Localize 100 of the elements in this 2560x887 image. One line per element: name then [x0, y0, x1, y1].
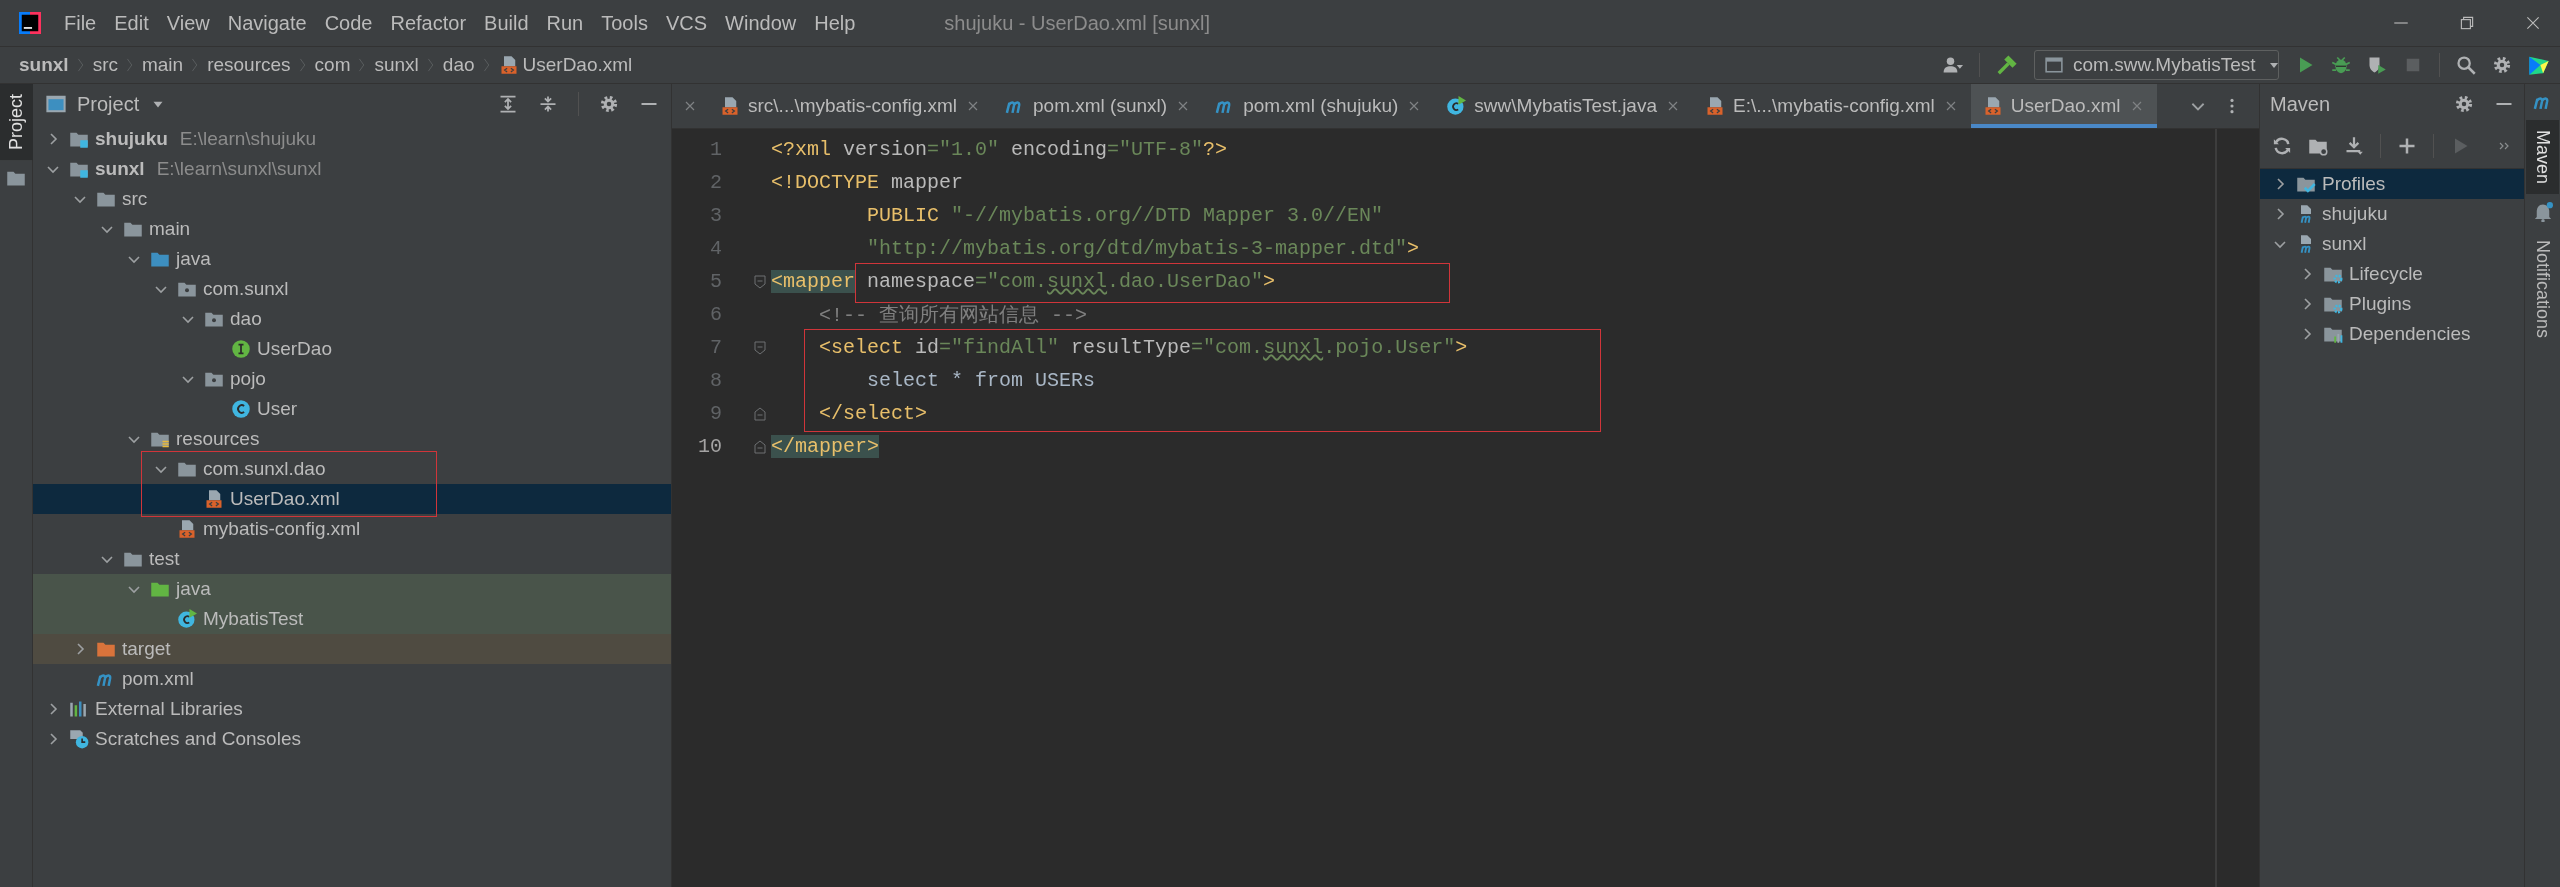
tree-item[interactable]: resources: [33, 424, 671, 454]
tree-item[interactable]: sunxl: [2260, 229, 2524, 259]
line-number: 8: [709, 369, 722, 392]
libraries-icon: [69, 699, 89, 719]
fold-marker-icon[interactable]: [752, 438, 768, 455]
tree-item[interactable]: main: [33, 214, 671, 244]
close-icon[interactable]: [2524, 14, 2542, 32]
breadcrumb-item[interactable]: dao: [437, 52, 480, 78]
code-line: "http://mybatis.org/dtd/mybatis-3-mapper.dtd">: [866, 237, 1420, 260]
breadcrumb-item[interactable]: UserDao.xml: [493, 52, 638, 78]
menu-item[interactable]: Build: [475, 7, 538, 39]
interface-icon: [231, 339, 251, 359]
refresh-icon[interactable]: [2272, 136, 2292, 156]
xml-file-icon: [204, 489, 224, 509]
settings-icon[interactable]: [2492, 55, 2512, 75]
fold-marker-icon[interactable]: [752, 339, 768, 356]
code-line: <?xml version="1.0" encoding="UTF-8"?>: [771, 138, 1228, 161]
hammer-icon[interactable]: [1996, 54, 2018, 76]
tree-item[interactable]: pojo: [33, 364, 671, 394]
editor-tab[interactable]: E:\...\mybatis-config.xml: [1693, 84, 1971, 128]
tree-item[interactable]: pom.xml: [33, 664, 671, 694]
run-configuration-dropdown[interactable]: com.sww.MybatisTest: [2034, 50, 2279, 80]
project-path: E:\learn\sunxl\sunxl: [156, 158, 322, 180]
breadcrumb-item[interactable]: sunxl: [14, 52, 74, 78]
collapse-all-icon[interactable]: [538, 94, 558, 114]
tree-item[interactable]: shujuku: [2260, 199, 2524, 229]
breadcrumb-item[interactable]: src: [87, 52, 123, 78]
tree-item[interactable]: User: [33, 394, 671, 424]
line-number: 10: [697, 435, 722, 458]
tree-item[interactable]: sunxl E:\learn\sunxl\sunxl: [33, 154, 671, 184]
menu-item[interactable]: Navigate: [218, 7, 316, 39]
settings-icon[interactable]: [2454, 94, 2474, 114]
menu-item[interactable]: Code: [315, 7, 382, 39]
breadcrumb-item[interactable]: resources: [202, 52, 296, 78]
class-icon: [231, 399, 251, 419]
tree-item[interactable]: shujuku E:\learn\shujuku: [33, 124, 671, 154]
tree-item[interactable]: src: [33, 184, 671, 214]
window-title: shujuku - UserDao.xml [sunxl]: [944, 11, 1210, 35]
search-icon[interactable]: [2456, 55, 2476, 75]
shield-run-icon[interactable]: [2367, 55, 2387, 75]
plus-icon[interactable]: [2397, 136, 2417, 156]
tree-item[interactable]: com.sunxl: [33, 274, 671, 304]
line-number: 2: [709, 171, 722, 194]
tree-item[interactable]: java: [33, 574, 671, 604]
download-icon[interactable]: [2344, 136, 2364, 156]
tree-item[interactable]: Plugins: [2260, 289, 2524, 319]
fold-marker-icon[interactable]: [752, 273, 768, 290]
tree-item[interactable]: dao: [33, 304, 671, 334]
editor-tab[interactable]: src\...\mybatis-config.xml: [708, 84, 994, 128]
tree-item[interactable]: mybatis-config.xml: [33, 514, 671, 544]
breadcrumb-item[interactable]: com: [309, 52, 356, 78]
line-number: 9: [709, 402, 722, 425]
menu-item[interactable]: View: [157, 7, 219, 39]
tool-window-tab[interactable]: Notifications: [2526, 230, 2559, 349]
tree-item[interactable]: UserDao.xml: [33, 484, 671, 514]
code-line: </select>: [818, 402, 928, 425]
editor-tab[interactable]: sww\MybatisTest.java: [1434, 84, 1693, 128]
settings-icon[interactable]: [599, 94, 619, 114]
line-number: 6: [709, 303, 722, 326]
editor-tab[interactable]: pom.xml (sunxl): [993, 84, 1204, 128]
user-icon[interactable]: [1943, 55, 1963, 75]
bug-icon[interactable]: [2331, 55, 2351, 75]
tree-item[interactable]: MybatisTest: [33, 604, 671, 634]
editor-tab[interactable]: UserDao.xml: [1970, 84, 2157, 128]
menu-item[interactable]: Edit: [105, 7, 158, 39]
code-line: PUBLIC "-//mybatis.org//DTD Mapper 3.0//EN": [866, 204, 1384, 227]
tree-item[interactable]: Scratches and Consoles: [33, 724, 671, 754]
tree-item[interactable]: target: [33, 634, 671, 664]
menu-item[interactable]: Refactor: [381, 7, 476, 39]
code-line: <!DOCTYPE mapper: [771, 171, 964, 194]
menu-item[interactable]: Window: [716, 7, 806, 39]
tree-item[interactable]: External Libraries: [33, 694, 671, 724]
tree-item[interactable]: test: [33, 544, 671, 574]
expand-all-icon[interactable]: [498, 94, 518, 114]
menu-item[interactable]: Tools: [592, 7, 657, 39]
app-logo-icon: [19, 12, 41, 34]
tree-item[interactable]: UserDao: [33, 334, 671, 364]
bell-icon: [2532, 202, 2553, 223]
tool-window-tab[interactable]: Project: [0, 84, 33, 161]
menu-item[interactable]: Run: [537, 7, 593, 39]
tool-window-tab[interactable]: Maven: [2526, 120, 2559, 195]
menu-item[interactable]: Help: [805, 7, 865, 39]
panel-title[interactable]: Project: [77, 92, 140, 116]
window-icon: [2045, 56, 2063, 74]
tree-item[interactable]: Profiles: [2260, 169, 2524, 199]
menu-item[interactable]: File: [55, 7, 106, 39]
toolbox-logo-icon[interactable]: [2528, 54, 2550, 76]
xml-file-icon: [1705, 96, 1725, 116]
tree-item[interactable]: java: [33, 244, 671, 274]
editor-tab[interactable]: pom.xml (shujuku): [1203, 84, 1435, 128]
breadcrumb-item[interactable]: main: [136, 52, 189, 78]
tree-item[interactable]: Lifecycle: [2260, 259, 2524, 289]
code-line: <!-- 查询所有网站信息 -->: [818, 303, 1088, 328]
restore-icon[interactable]: [2458, 14, 2476, 32]
fold-marker-icon[interactable]: [752, 405, 768, 422]
menu-item[interactable]: VCS: [656, 7, 717, 39]
breadcrumb-item[interactable]: sunxl: [369, 52, 424, 78]
tree-item[interactable]: com.sunxl.dao: [33, 454, 671, 484]
tree-item[interactable]: Dependencies: [2260, 319, 2524, 349]
test-class-icon: [177, 609, 197, 629]
